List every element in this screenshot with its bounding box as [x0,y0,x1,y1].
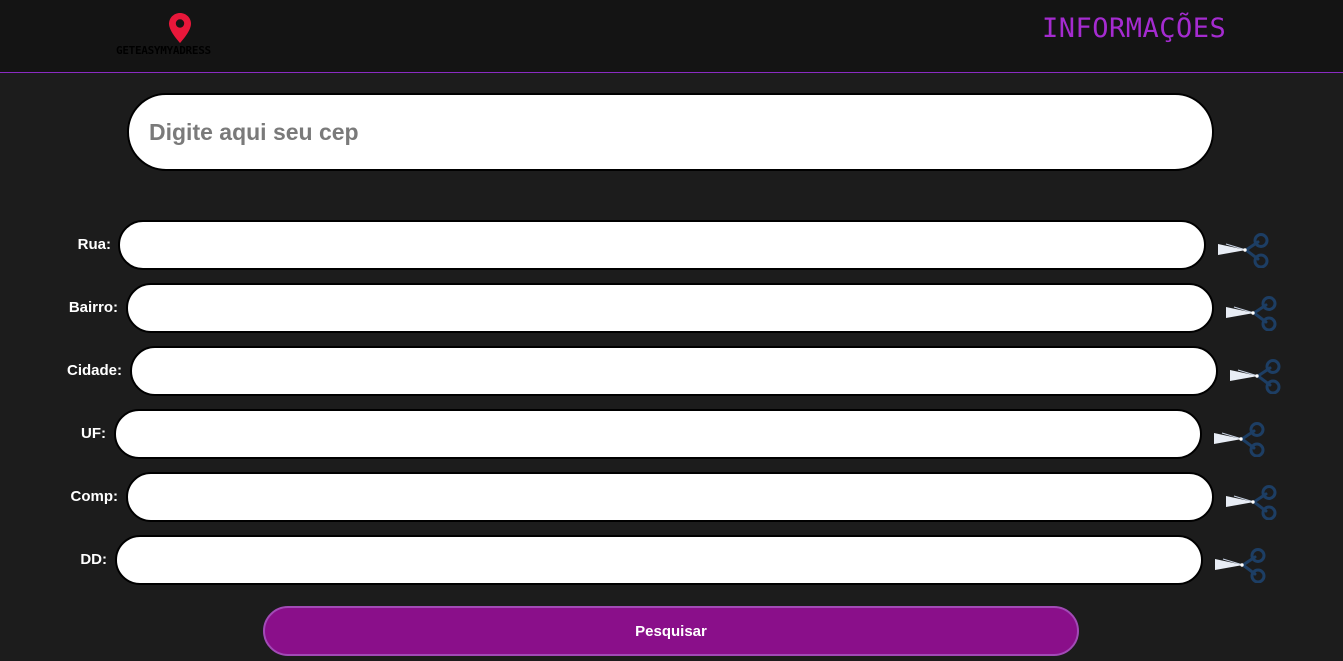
bairro-input[interactable] [126,283,1214,333]
field-label: Cidade: [66,362,122,379]
scissors-icon[interactable] [1224,295,1278,331]
scissors-icon[interactable] [1224,484,1278,520]
field-row-uf: UF: [0,409,1343,459]
scissors-icon[interactable] [1212,421,1266,457]
scissors-icon[interactable] [1228,358,1282,394]
comp-input[interactable] [126,472,1214,522]
scissors-icon[interactable] [1213,547,1267,583]
field-label: Bairro: [68,299,118,316]
app-header: GETEASYMYADRESS INFORMAÇÕES [0,0,1343,73]
field-row-rua: Rua: [0,220,1343,270]
field-row-comp: Comp: [0,472,1343,522]
rua-input[interactable] [118,220,1206,270]
cep-input[interactable] [127,93,1214,171]
cidade-input[interactable] [130,346,1218,396]
field-label: Comp: [70,488,119,505]
field-label: DD: [80,551,107,568]
field-row-cidade: Cidade: [0,346,1343,396]
dd-input[interactable] [115,535,1203,585]
uf-input[interactable] [114,409,1202,459]
map-pin-icon [169,13,191,43]
brand-name: GETEASYMYADRESS [116,44,211,57]
field-label: UF: [81,425,106,442]
scissors-icon[interactable] [1216,232,1270,268]
field-row-dd: DD: [0,535,1343,585]
page-title: INFORMAÇÕES [1042,13,1227,44]
search-button[interactable]: Pesquisar [263,606,1079,656]
brand-logo[interactable]: GETEASYMYADRESS [116,12,246,58]
field-row-bairro: Bairro: [0,283,1343,333]
field-label: Rua: [77,236,111,253]
